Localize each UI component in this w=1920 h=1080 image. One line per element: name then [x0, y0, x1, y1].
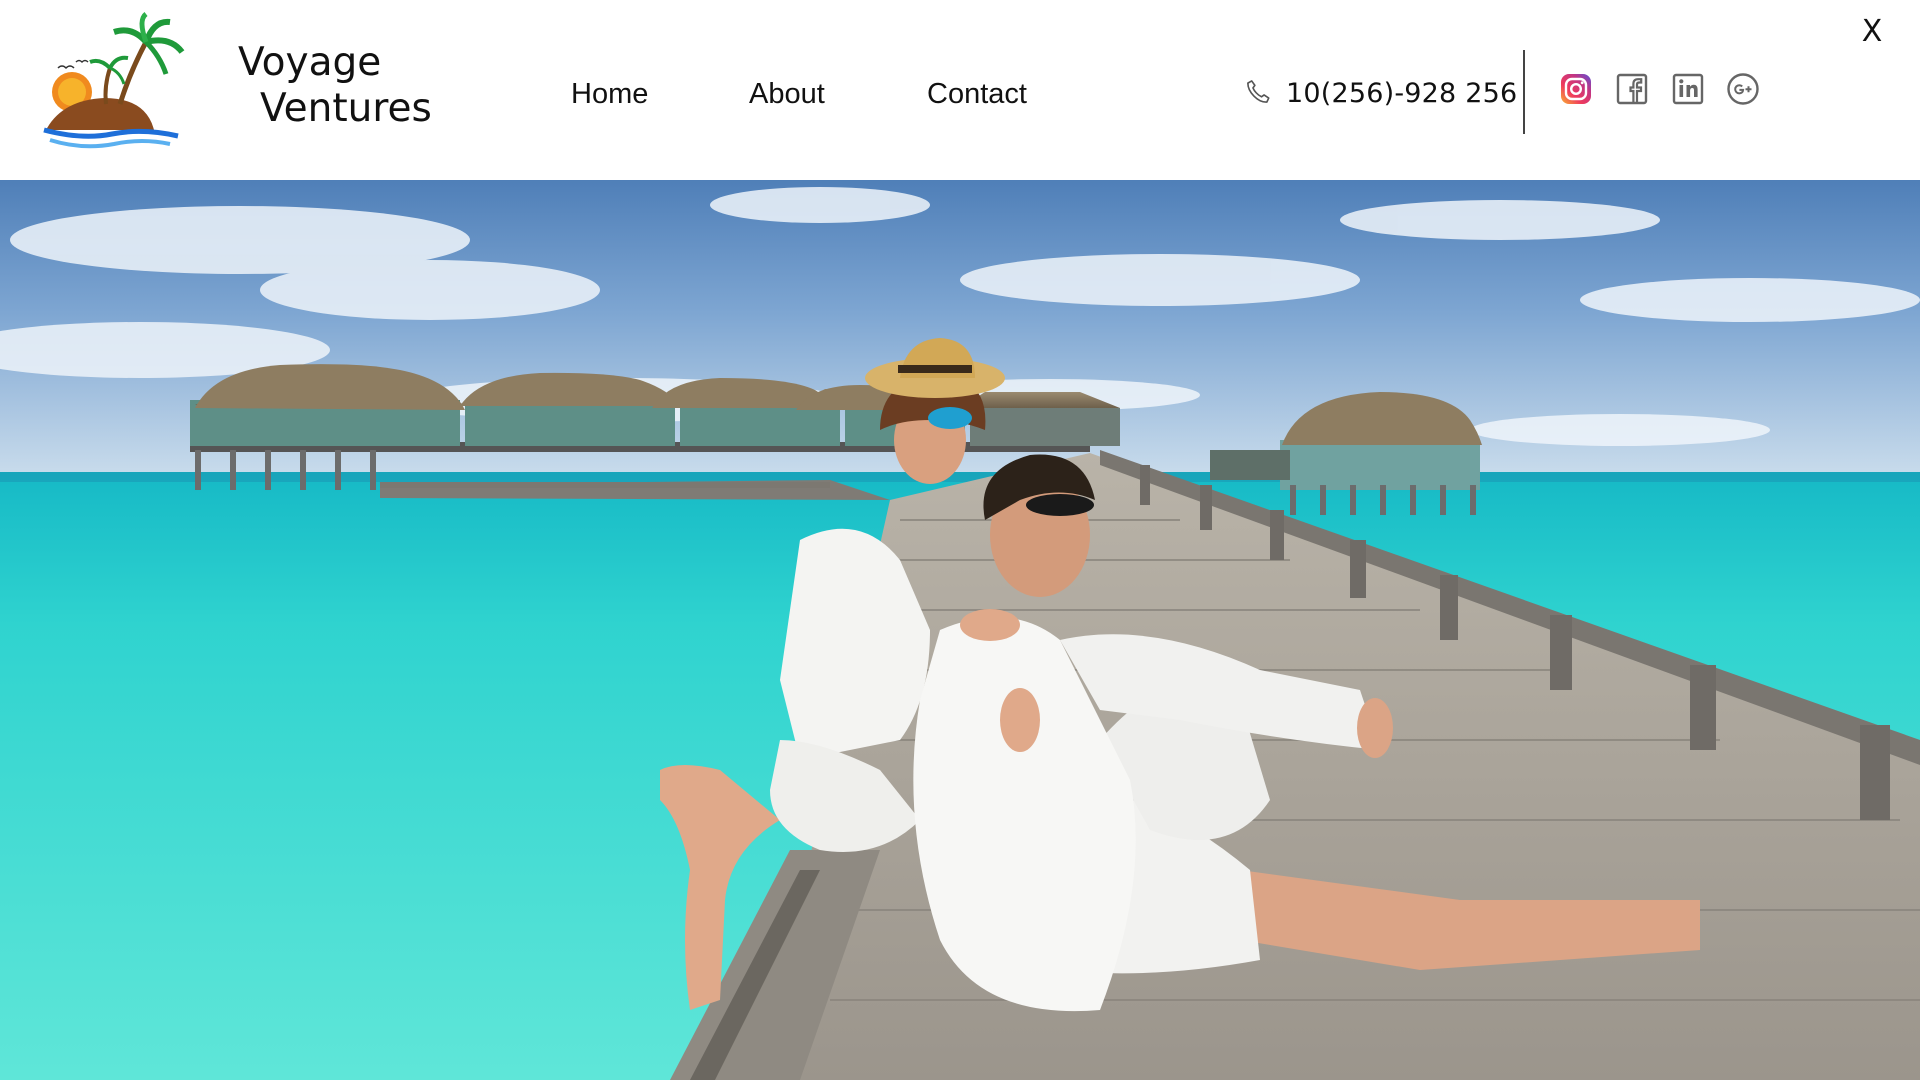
phone-number[interactable]: 10(256)-928 256 — [1286, 78, 1517, 109]
nav-home-link[interactable]: Home — [571, 78, 648, 111]
nav-about-link[interactable]: About — [749, 78, 825, 111]
google-plus-icon[interactable] — [1726, 72, 1760, 106]
brand-line-2: Ventures — [260, 86, 432, 131]
palm-island-logo[interactable] — [42, 12, 187, 152]
close-button[interactable]: X — [1852, 12, 1892, 52]
linkedin-icon[interactable] — [1671, 72, 1705, 106]
brand-line-1: Voyage — [238, 40, 382, 85]
site-header: Voyage Ventures Home About Contact 10(25… — [0, 0, 1920, 180]
header-divider — [1523, 50, 1525, 134]
brand-name[interactable]: Voyage Ventures — [238, 40, 458, 140]
nav-contact-link[interactable]: Contact — [927, 78, 1027, 111]
hero-image — [0, 180, 1920, 1080]
instagram-icon[interactable] — [1559, 72, 1593, 106]
phone-icon — [1247, 80, 1270, 103]
facebook-icon[interactable] — [1615, 72, 1649, 106]
